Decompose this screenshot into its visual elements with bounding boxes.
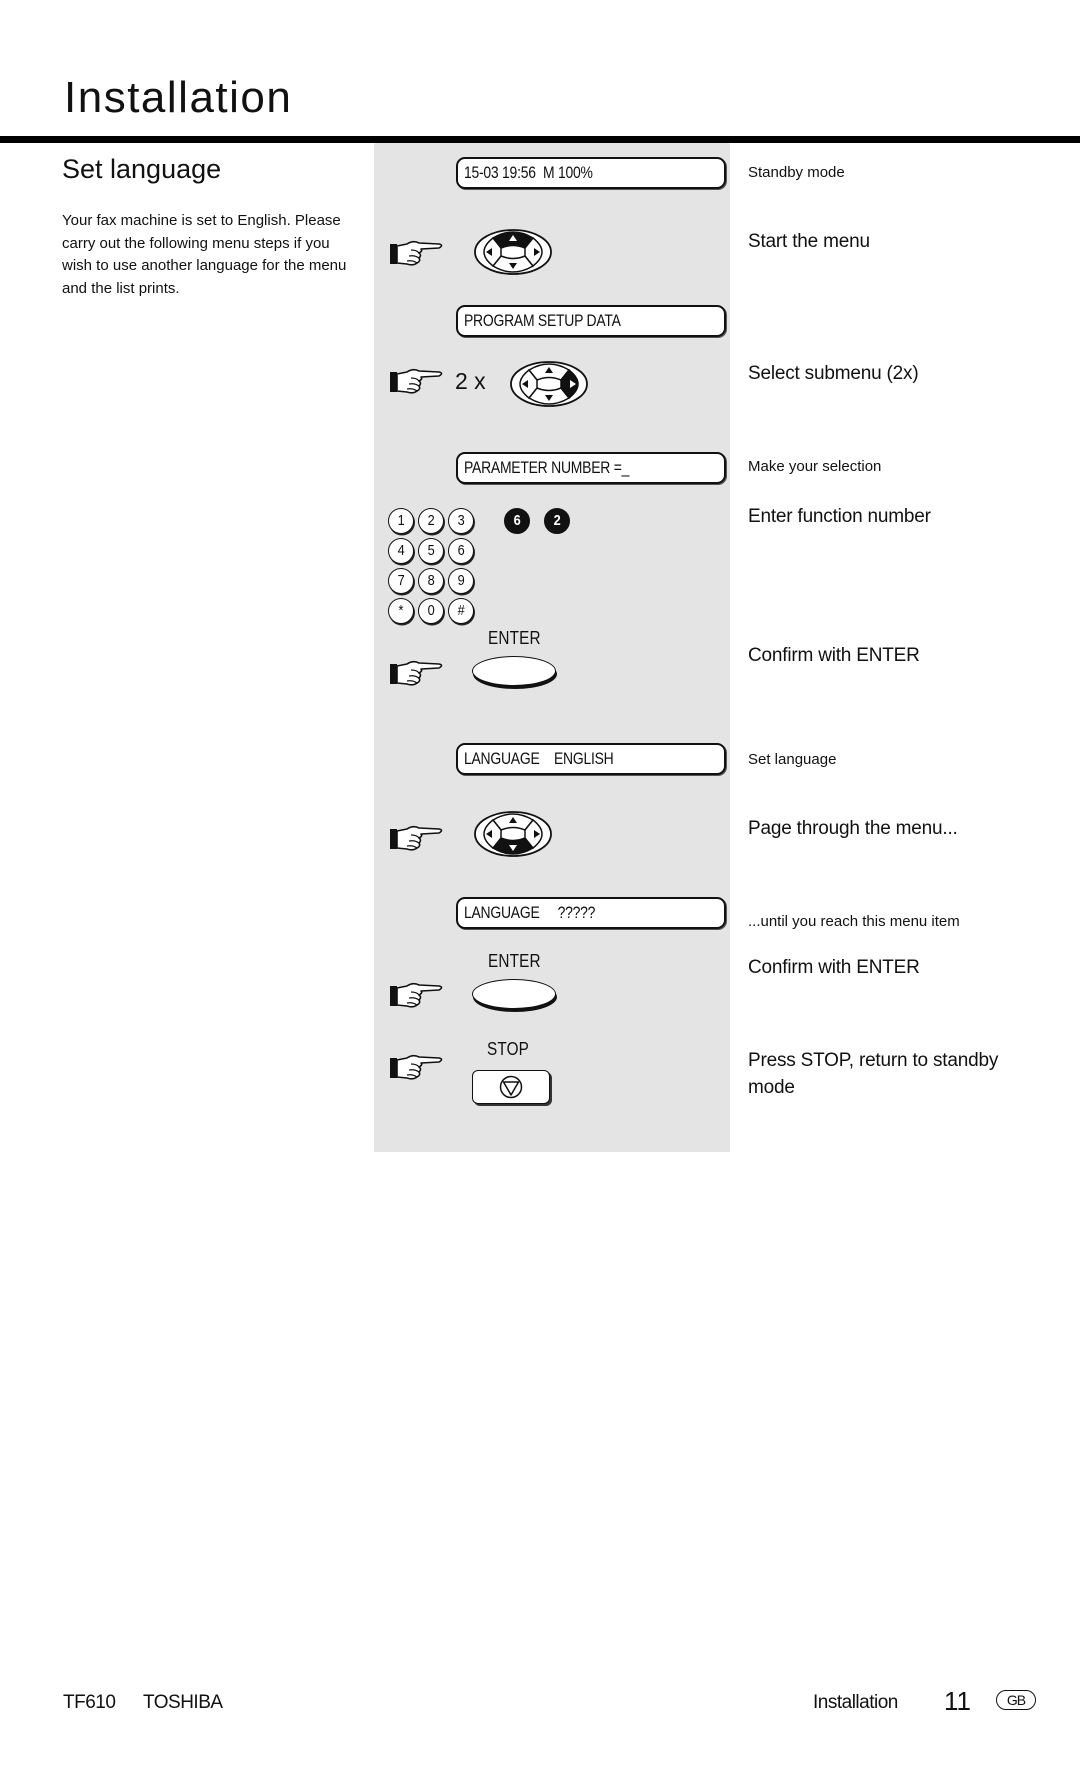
pointing-hand-icon bbox=[389, 366, 445, 396]
keypad-key[interactable]: 2 bbox=[418, 508, 444, 534]
pointing-hand-icon bbox=[389, 980, 445, 1010]
intro-paragraph: Your fax machine is set to English. Plea… bbox=[62, 212, 347, 297]
keypad-key-label: 3 bbox=[457, 512, 465, 529]
lcd-text: PROGRAM SETUP DATA bbox=[464, 311, 621, 330]
keypad-key-label: 1 bbox=[397, 512, 405, 529]
footer-section: Installation bbox=[813, 1692, 898, 1713]
keypad-key-label: 9 bbox=[457, 572, 465, 589]
note-start-menu: Start the menu bbox=[748, 231, 870, 252]
lcd-display-program-setup: PROGRAM SETUP DATA bbox=[456, 305, 726, 337]
keypad-key[interactable]: # bbox=[448, 598, 474, 624]
pointing-hand-icon bbox=[389, 1052, 445, 1082]
keypad-key-label: 5 bbox=[427, 542, 435, 559]
note-press-stop-continued: mode bbox=[748, 1077, 795, 1098]
navigation-pad-up-button[interactable] bbox=[473, 228, 553, 276]
lcd-display-language-english: LANGUAGE ENGLISH bbox=[456, 743, 726, 775]
stop-button[interactable] bbox=[472, 1070, 550, 1104]
page-number: 11 bbox=[944, 1686, 971, 1716]
keypad-key[interactable]: 6 bbox=[448, 538, 474, 564]
keypad-key-label: * bbox=[398, 602, 404, 619]
keypad-key[interactable]: 1 bbox=[388, 508, 414, 534]
footer-brand: TOSHIBA bbox=[143, 1692, 223, 1713]
lcd-display-parameter-number: PARAMETER NUMBER =_ bbox=[456, 452, 726, 484]
pointing-hand-icon bbox=[389, 658, 445, 688]
enter-button[interactable] bbox=[472, 656, 556, 686]
repeat-count-label: 2 x bbox=[455, 368, 486, 394]
page-title: Installation bbox=[64, 73, 293, 122]
keypad-key-label: 6 bbox=[457, 542, 465, 559]
country-badge: GB bbox=[996, 1690, 1036, 1710]
note-confirm-enter: Confirm with ENTER bbox=[748, 645, 920, 666]
note-standby-mode: Standby mode bbox=[748, 164, 845, 181]
lcd-text: 15-03 19:56 M 100% bbox=[464, 163, 593, 182]
navigation-pad-down-button[interactable] bbox=[473, 810, 553, 858]
section-heading: Set language bbox=[62, 154, 222, 184]
note-confirm-enter-2: Confirm with ENTER bbox=[748, 957, 920, 978]
note-make-selection: Make your selection bbox=[748, 458, 882, 475]
lcd-text: LANGUAGE ENGLISH bbox=[464, 749, 614, 768]
stop-button-label: STOP bbox=[487, 1039, 530, 1059]
note-page-through-menu: Page through the menu... bbox=[748, 818, 958, 839]
keypad-key[interactable]: 7 bbox=[388, 568, 414, 594]
function-digit-key[interactable]: 2 bbox=[544, 508, 570, 534]
lcd-display-language-select: LANGUAGE ????? bbox=[456, 897, 726, 929]
keypad-key[interactable]: 3 bbox=[448, 508, 474, 534]
note-enter-function-number: Enter function number bbox=[748, 506, 931, 527]
function-digit-key[interactable]: 6 bbox=[504, 508, 530, 534]
keypad-key[interactable]: 9 bbox=[448, 568, 474, 594]
keypad-key-label: 0 bbox=[427, 602, 435, 619]
footer-model: TF610 bbox=[63, 1692, 116, 1713]
pointing-hand-icon bbox=[389, 238, 445, 268]
keypad-key-label: 8 bbox=[427, 572, 435, 589]
keypad-key[interactable]: 0 bbox=[418, 598, 444, 624]
keypad-key[interactable]: * bbox=[388, 598, 414, 624]
keypad-key-label: 2 bbox=[427, 512, 435, 529]
note-until-reach-item: ...until you reach this menu item bbox=[748, 913, 960, 930]
keypad-key-label: 7 bbox=[397, 572, 405, 589]
lcd-text: LANGUAGE ????? bbox=[464, 903, 596, 922]
note-select-submenu: Select submenu (2x) bbox=[748, 363, 919, 384]
note-press-stop: Press STOP, return to standby bbox=[748, 1050, 999, 1071]
enter-button[interactable] bbox=[472, 979, 556, 1009]
lcd-text: PARAMETER NUMBER =_ bbox=[464, 458, 630, 477]
keypad-key[interactable]: 8 bbox=[418, 568, 444, 594]
stop-icon bbox=[499, 1075, 523, 1099]
note-set-language: Set language bbox=[748, 751, 837, 768]
navigation-pad-right-button[interactable] bbox=[509, 360, 589, 408]
lcd-display-standby: 15-03 19:56 M 100% bbox=[456, 157, 726, 189]
enter-button-label: ENTER bbox=[488, 951, 541, 971]
pointing-hand-icon bbox=[389, 823, 445, 853]
keypad-key[interactable]: 4 bbox=[388, 538, 414, 564]
header-rule bbox=[0, 136, 1080, 143]
keypad-key-label: # bbox=[457, 602, 465, 619]
keypad-key[interactable]: 5 bbox=[418, 538, 444, 564]
enter-button-label: ENTER bbox=[488, 628, 541, 648]
keypad-key-label: 4 bbox=[397, 542, 405, 559]
